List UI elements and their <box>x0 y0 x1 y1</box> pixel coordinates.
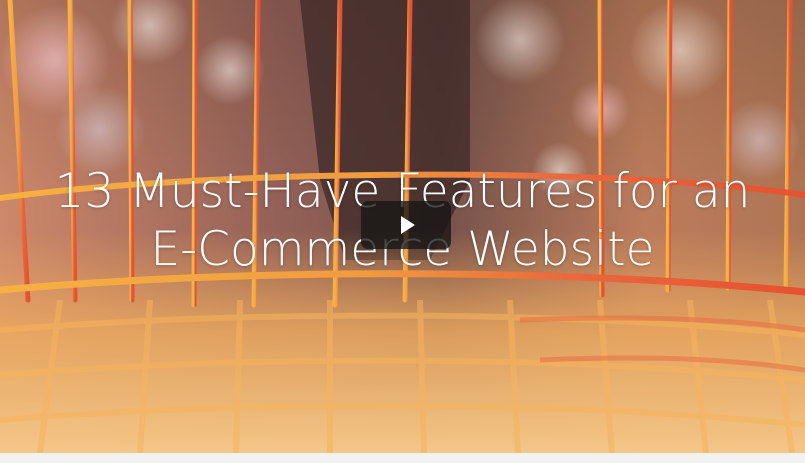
page-bottom-strip <box>0 453 805 463</box>
video-player[interactable]: 13 Must-Have Features for an E-Commerce … <box>0 0 805 453</box>
play-icon <box>401 216 415 234</box>
play-button[interactable] <box>361 201 451 249</box>
